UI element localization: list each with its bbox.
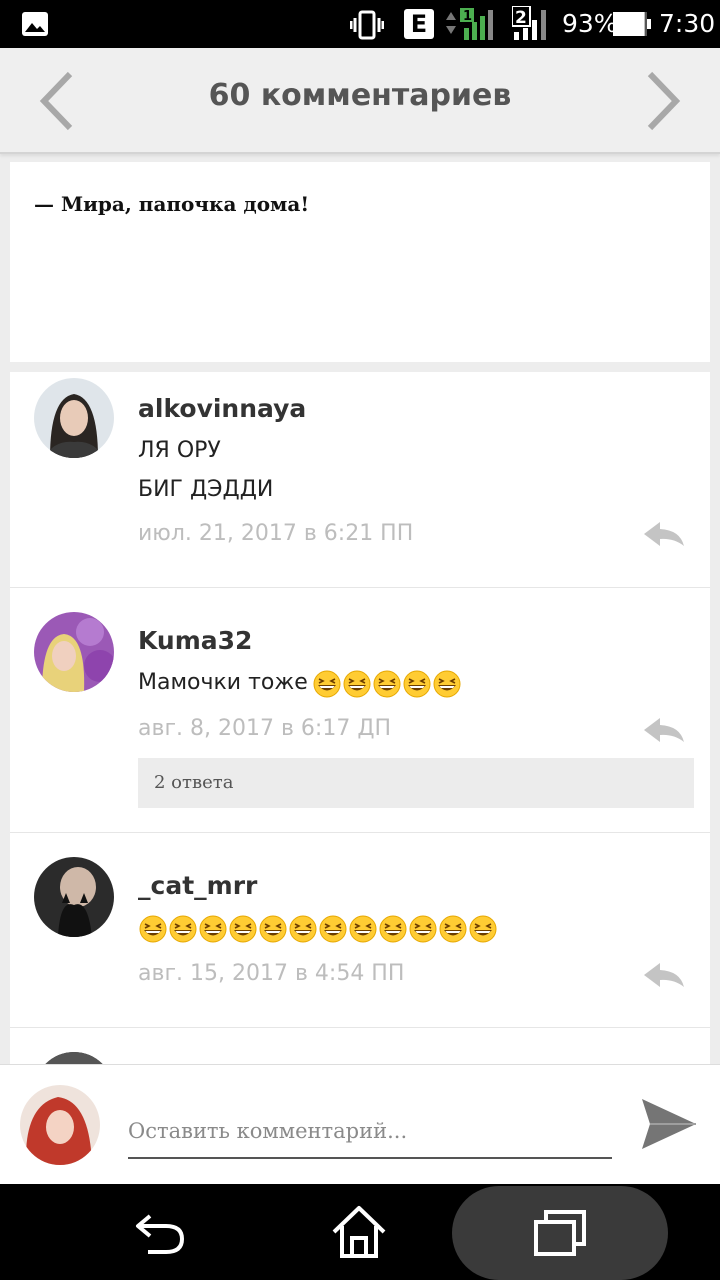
avatar[interactable]: [34, 612, 114, 692]
page-title: 60 комментариев: [208, 78, 512, 113]
grinning-squinting-face-icon: [439, 915, 467, 943]
system-nav-bar: [0, 1184, 720, 1280]
chevron-right-icon[interactable]: [644, 70, 684, 132]
avatar[interactable]: [34, 1052, 114, 1064]
current-user-avatar: [20, 1085, 100, 1165]
grinning-squinting-face-icon: [229, 915, 257, 943]
grinning-squinting-face-icon: [349, 915, 377, 943]
avatar[interactable]: [34, 857, 114, 937]
grinning-squinting-face-icon: [259, 915, 287, 943]
reply-icon[interactable]: [642, 716, 686, 744]
comment-input-bar: [0, 1064, 720, 1185]
sim2-label: 2: [515, 8, 527, 28]
emoji-row: [312, 670, 462, 698]
grinning-squinting-face-icon: [373, 670, 401, 698]
grinning-squinting-face-icon: [469, 915, 497, 943]
battery-icon: [613, 12, 651, 36]
comments-header: 60 комментариев: [0, 48, 720, 154]
grinning-squinting-face-icon: [319, 915, 347, 943]
sim1-label: 1: [463, 9, 472, 24]
clock: 7:30: [659, 9, 716, 38]
recent-apps-icon[interactable]: [532, 1206, 588, 1258]
comment-username[interactable]: alkovinnaya: [138, 394, 306, 423]
reply-icon[interactable]: [642, 520, 686, 548]
grinning-squinting-face-icon: [403, 670, 431, 698]
comment-text-line: БИГ ДЭДДИ: [138, 477, 274, 502]
vibrate-icon: [350, 10, 384, 40]
gallery-icon: [22, 12, 48, 36]
comment-text-line: ЛЯ ОРУ: [138, 438, 221, 463]
grinning-squinting-face-icon: [379, 915, 407, 943]
grinning-squinting-face-icon: [313, 670, 341, 698]
comment-date: авг. 15, 2017 в 4:54 ПП: [138, 961, 405, 986]
comment-item: Kuma32 Мамочки тоже авг. 8, 2017 в 6:17 …: [10, 588, 710, 833]
signal-sim2-icon: 2: [512, 6, 546, 40]
send-icon[interactable]: [640, 1097, 698, 1151]
network-type-badge: E: [404, 9, 434, 39]
comment-text: Мамочки тоже: [138, 670, 308, 695]
grinning-squinting-face-icon: [199, 915, 227, 943]
grinning-squinting-face-icon: [433, 670, 461, 698]
home-icon[interactable]: [330, 1204, 388, 1260]
grinning-squinting-face-icon: [289, 915, 317, 943]
avatar[interactable]: [34, 378, 114, 458]
grinning-squinting-face-icon: [343, 670, 371, 698]
post-card: — Мира, папочка дома!: [10, 162, 710, 362]
back-icon[interactable]: [132, 1208, 188, 1258]
battery-percent: 93%: [562, 9, 618, 38]
reply-icon[interactable]: [642, 961, 686, 989]
comment-input[interactable]: [128, 1105, 612, 1159]
replies-label: 2 ответа: [154, 772, 234, 793]
grinning-squinting-face-icon: [169, 915, 197, 943]
comment-username[interactable]: Kuma32: [138, 626, 252, 655]
comment-item: _cat_mrr авг. 15, 2017 в 4:54 ПП: [10, 833, 710, 1028]
comment-list[interactable]: alkovinnaya ЛЯ ОРУ БИГ ДЭДДИ июл. 21, 20…: [10, 372, 710, 1064]
grinning-squinting-face-icon: [139, 915, 167, 943]
status-bar: E 1 2 93% 7:30: [0, 0, 720, 48]
post-text: — Мира, папочка дома!: [34, 192, 310, 216]
grinning-squinting-face-icon: [409, 915, 437, 943]
comment-date: июл. 21, 2017 в 6:21 ПП: [138, 521, 414, 546]
replies-button[interactable]: 2 ответа: [138, 758, 694, 808]
signal-icon: 1: [446, 8, 493, 40]
comment-username[interactable]: _cat_mrr: [138, 871, 257, 900]
emoji-row: [138, 915, 498, 943]
comment-item: alkovinnaya ЛЯ ОРУ БИГ ДЭДДИ июл. 21, 20…: [10, 372, 710, 588]
comment-date: авг. 8, 2017 в 6:17 ДП: [138, 716, 392, 741]
